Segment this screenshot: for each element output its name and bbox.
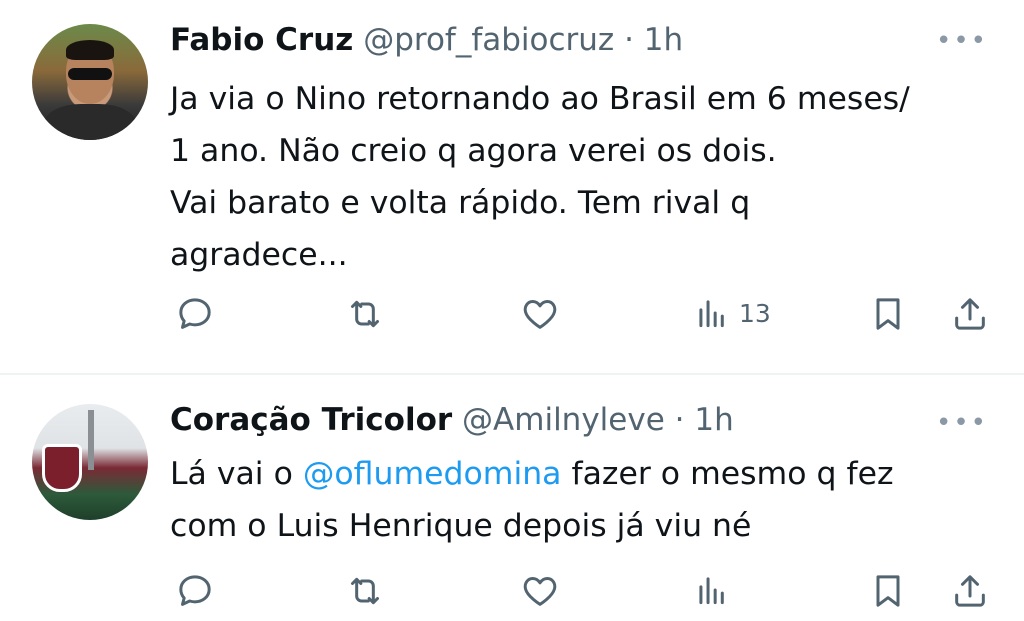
more-options-icon[interactable]: ••• xyxy=(936,26,988,56)
like-icon xyxy=(523,300,557,329)
reply-icon xyxy=(179,575,211,606)
retweet-button[interactable] xyxy=(345,571,385,611)
bookmark-button[interactable] xyxy=(868,294,908,334)
retweet-icon xyxy=(351,300,379,328)
tweet-actions: 13 xyxy=(0,294,1024,344)
views-button[interactable]: 13 xyxy=(693,294,771,332)
like-button[interactable] xyxy=(520,571,560,611)
separator-dot: · xyxy=(674,402,685,438)
reply-icon xyxy=(179,298,211,329)
reply-button[interactable] xyxy=(175,294,215,334)
tweet-text: Lá vai o @oflumedomina fazer o mesmo q f… xyxy=(170,448,894,552)
tweet-text-line: Ja via o Nino retornando ao Brasil em 6 … xyxy=(170,81,910,117)
tweet-text-line: Lá vai o @oflumedomina fazer o mesmo q f… xyxy=(170,448,894,500)
author-handle[interactable]: @Amilnyleve xyxy=(462,402,665,438)
tweet-text-line: Vai barato e volta rápido. Tem rival q xyxy=(170,185,751,221)
views-icon xyxy=(699,577,724,605)
like-button[interactable] xyxy=(520,294,560,334)
views-count: 13 xyxy=(739,298,771,328)
timestamp[interactable]: 1h xyxy=(694,402,733,438)
text-segment: Lá vai o xyxy=(170,456,303,492)
views-icon xyxy=(699,300,724,328)
avatar[interactable] xyxy=(32,24,148,140)
author-handle[interactable]: @prof_fabiocruz xyxy=(363,22,614,58)
bookmark-button[interactable] xyxy=(868,571,908,611)
share-button[interactable] xyxy=(950,571,990,611)
tweet-header: Fabio Cruz @prof_fabiocruz · 1h xyxy=(170,22,683,58)
avatar[interactable] xyxy=(32,404,148,520)
bookmark-icon xyxy=(876,575,900,607)
tweet[interactable]: Coração Tricolor @Amilnyleve · 1h ••• Lá… xyxy=(0,375,1024,607)
reply-button[interactable] xyxy=(175,571,215,611)
more-options-icon[interactable]: ••• xyxy=(936,408,988,438)
author-name[interactable]: Coração Tricolor xyxy=(170,402,452,438)
tweet-text-line: agradece... xyxy=(170,237,348,273)
like-icon xyxy=(523,577,557,606)
tweet-text: Ja via o Nino retornando ao Brasil em 6 … xyxy=(170,73,910,281)
share-button[interactable] xyxy=(950,294,990,334)
views-button[interactable] xyxy=(693,571,731,609)
separator-dot: · xyxy=(624,22,634,58)
retweet-button[interactable] xyxy=(345,294,385,334)
text-segment: fazer o mesmo q fez xyxy=(561,456,894,492)
tweet-header: Coração Tricolor @Amilnyleve · 1h xyxy=(170,402,734,438)
tweet-text-line: 1 ano. Não creio q agora verei os dois. xyxy=(170,133,777,169)
share-icon xyxy=(955,298,985,330)
author-name[interactable]: Fabio Cruz xyxy=(170,22,353,58)
retweet-icon xyxy=(351,577,379,605)
tweet[interactable]: Fabio Cruz @prof_fabiocruz · 1h ••• Ja v… xyxy=(0,0,1024,373)
tweet-actions xyxy=(0,571,1024,621)
tweet-text-line: com o Luis Henrique depois já viu né xyxy=(170,508,752,544)
timestamp[interactable]: 1h xyxy=(644,22,683,58)
share-icon xyxy=(955,575,985,607)
mention-link[interactable]: @oflumedomina xyxy=(303,456,562,492)
bookmark-icon xyxy=(876,298,900,330)
